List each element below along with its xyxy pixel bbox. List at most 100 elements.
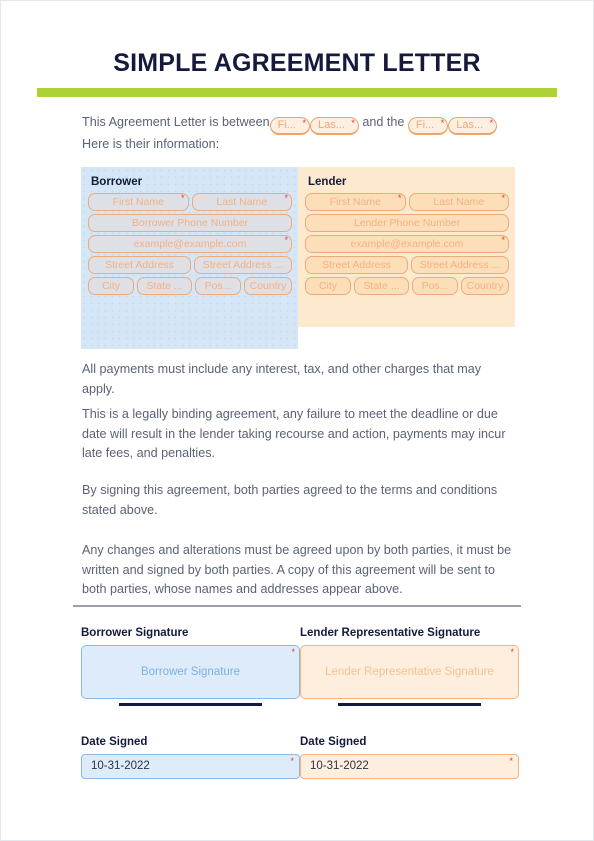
lender-address-row: Street Address Street Address ... bbox=[305, 256, 509, 274]
intro-lead-text: This Agreement Letter is between bbox=[82, 115, 270, 129]
field-placeholder: Street Address bbox=[105, 259, 174, 271]
borrower-date-field[interactable]: 10-31-2022 * bbox=[81, 754, 300, 779]
lender-street-address-2-field[interactable]: Street Address ... bbox=[411, 256, 509, 274]
inline-field-label: Las... bbox=[317, 119, 345, 131]
lender-signature-field[interactable]: Lender Representative Signature * bbox=[300, 645, 519, 699]
lender-date-block: Date Signed 10-31-2022 * bbox=[300, 736, 519, 779]
field-placeholder: City bbox=[101, 280, 121, 292]
intro-middle-text: and the bbox=[362, 115, 405, 129]
paragraph-payments: All payments must include any interest, … bbox=[82, 362, 482, 396]
lender-date-field[interactable]: 10-31-2022 * bbox=[300, 754, 519, 779]
borrower-signature-field[interactable]: Borrower Signature * bbox=[81, 645, 300, 699]
borrower-city-field[interactable]: City bbox=[88, 277, 134, 295]
intro-paragraph: This Agreement Letter is between Fi... * La… bbox=[82, 113, 514, 154]
page-title: SIMPLE AGREEMENT LETTER bbox=[113, 49, 481, 77]
borrower-phone-field[interactable]: Borrower Phone Number bbox=[88, 214, 292, 232]
field-placeholder: City bbox=[318, 280, 338, 292]
field-placeholder: First Name bbox=[112, 196, 164, 208]
title-accent-bar bbox=[37, 88, 557, 97]
borrower-postal-field[interactable]: Pos... bbox=[195, 277, 241, 295]
field-placeholder: State ... bbox=[146, 280, 183, 292]
required-asterisk: * bbox=[290, 756, 294, 766]
required-asterisk: * bbox=[351, 118, 355, 128]
inline-field-borrower-last-name[interactable]: Las... * bbox=[309, 117, 359, 135]
paragraph-binding-agreement: This is a legally binding agreement, any… bbox=[82, 407, 506, 460]
lender-name-row: First Name * Last Name * bbox=[305, 193, 509, 211]
borrower-signature-line bbox=[119, 703, 262, 706]
lender-city-field[interactable]: City bbox=[305, 277, 351, 295]
borrower-date-label: Date Signed bbox=[81, 736, 148, 748]
inline-field-label: Las... bbox=[456, 119, 484, 131]
field-placeholder: Lender Representative Signature bbox=[325, 666, 494, 678]
field-placeholder: Last Name bbox=[433, 196, 485, 208]
field-value: 10-31-2022 bbox=[91, 760, 150, 772]
borrower-signature-label: Borrower Signature bbox=[81, 627, 189, 639]
required-asterisk: * bbox=[291, 647, 295, 657]
borrower-panel: Borrower First Name * Last Name * Borrower… bbox=[81, 167, 298, 349]
intro-tail-text: Here is their information: bbox=[82, 137, 220, 151]
required-asterisk: * bbox=[510, 647, 514, 657]
borrower-street-address-2-field[interactable]: Street Address ... bbox=[194, 256, 292, 274]
required-asterisk: * bbox=[284, 193, 288, 203]
lender-signature-label: Lender Representative Signature bbox=[300, 627, 481, 639]
lender-phone-row: Lender Phone Number bbox=[305, 214, 509, 232]
borrower-phone-row: Borrower Phone Number bbox=[88, 214, 292, 232]
borrower-email-row: example@example.com * bbox=[88, 235, 292, 253]
borrower-country-field[interactable]: Country bbox=[244, 277, 292, 295]
field-placeholder: example@example.com bbox=[350, 238, 464, 250]
lender-postal-field[interactable]: Pos... bbox=[412, 277, 458, 295]
borrower-date-block: Date Signed 10-31-2022 * bbox=[81, 736, 300, 779]
field-placeholder: Lender Phone Number bbox=[353, 217, 461, 229]
agreement-document-page: SIMPLE AGREEMENT LETTER This Agreement L… bbox=[0, 0, 594, 841]
field-placeholder: Country bbox=[249, 280, 287, 292]
required-asterisk: * bbox=[509, 756, 513, 766]
inline-field-label: Fi... bbox=[415, 119, 435, 131]
lender-state-field[interactable]: State ... bbox=[354, 277, 409, 295]
inline-field-label: Fi... bbox=[277, 119, 296, 131]
field-placeholder: Borrower Phone Number bbox=[131, 217, 249, 229]
inline-field-borrower-first-name[interactable]: Fi... * bbox=[269, 117, 310, 135]
paragraph-signing-terms: By signing this agreement, both parties … bbox=[82, 483, 498, 517]
required-asterisk: * bbox=[397, 193, 402, 203]
field-placeholder: Street Address ... bbox=[419, 259, 501, 271]
borrower-city-row: City State ... Pos... Country bbox=[88, 277, 292, 295]
required-asterisk: * bbox=[440, 118, 445, 128]
inline-field-lender-last-name[interactable]: Las... * bbox=[448, 117, 498, 135]
required-asterisk: * bbox=[489, 118, 494, 128]
lender-country-field[interactable]: Country bbox=[461, 277, 509, 295]
required-asterisk: * bbox=[302, 118, 306, 128]
field-placeholder: Pos... bbox=[204, 280, 232, 292]
lender-phone-field[interactable]: Lender Phone Number bbox=[305, 214, 509, 232]
borrower-email-field[interactable]: example@example.com * bbox=[88, 235, 292, 253]
lender-signature-block: Lender Representative Signature Lender R… bbox=[300, 627, 519, 706]
borrower-address-row: Street Address Street Address ... bbox=[88, 256, 292, 274]
field-placeholder: Last Name bbox=[216, 196, 268, 208]
field-placeholder: Street Address ... bbox=[202, 259, 284, 271]
field-placeholder: State ... bbox=[363, 280, 400, 292]
inline-field-lender-first-name[interactable]: Fi... * bbox=[407, 117, 449, 135]
borrower-first-name-field[interactable]: First Name * bbox=[88, 193, 189, 211]
borrower-heading: Borrower bbox=[91, 176, 143, 188]
field-placeholder: example@example.com bbox=[133, 238, 247, 250]
field-placeholder: Country bbox=[466, 280, 504, 292]
lender-last-name-field[interactable]: Last Name * bbox=[408, 193, 509, 211]
borrower-state-field[interactable]: State ... bbox=[137, 277, 192, 295]
lender-signature-line bbox=[338, 703, 481, 706]
field-placeholder: Borrower Signature bbox=[140, 666, 241, 678]
borrower-street-address-field[interactable]: Street Address bbox=[88, 256, 191, 274]
required-asterisk: * bbox=[501, 193, 505, 203]
required-asterisk: * bbox=[284, 235, 288, 245]
section-divider bbox=[73, 605, 521, 607]
field-placeholder: Street Address bbox=[322, 259, 391, 271]
lender-street-address-field[interactable]: Street Address bbox=[305, 256, 408, 274]
required-asterisk: * bbox=[501, 235, 505, 245]
lender-date-label: Date Signed bbox=[300, 736, 367, 748]
field-placeholder: First Name bbox=[329, 196, 381, 208]
lender-heading: Lender bbox=[308, 176, 347, 188]
lender-email-field[interactable]: example@example.com * bbox=[305, 235, 509, 253]
required-asterisk: * bbox=[180, 193, 185, 203]
lender-first-name-field[interactable]: First Name * bbox=[305, 193, 406, 211]
borrower-last-name-field[interactable]: Last Name * bbox=[191, 193, 292, 211]
paragraph-alterations: Any changes and alterations must be agre… bbox=[82, 543, 512, 596]
borrower-signature-block: Borrower Signature Borrower Signature * bbox=[81, 627, 300, 706]
